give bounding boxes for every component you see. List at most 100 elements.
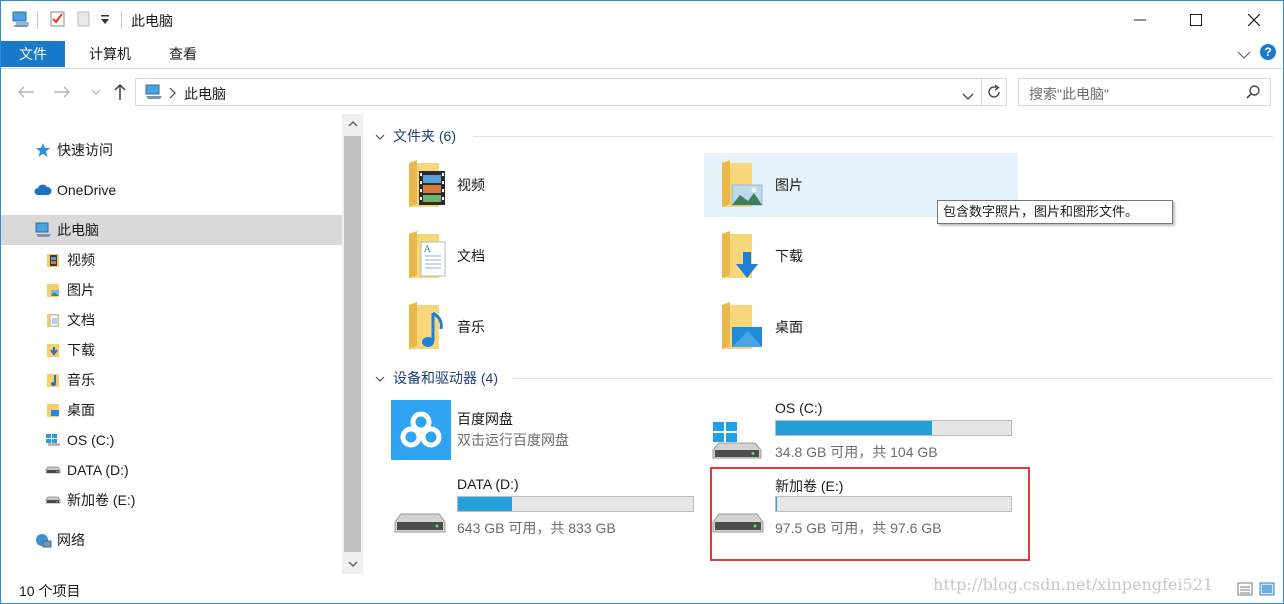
watermark: http://blog.csdn.net/xinpengfei521 bbox=[933, 575, 1214, 594]
recent-locations-icon[interactable] bbox=[85, 81, 107, 103]
svg-text:?: ? bbox=[1264, 45, 1271, 59]
sidebar-item-onedrive[interactable]: OneDrive bbox=[1, 175, 342, 205]
address-dropdown-icon[interactable] bbox=[962, 88, 974, 104]
sidebar-item-quick-access[interactable]: 快速访问 bbox=[1, 135, 342, 165]
network-icon bbox=[33, 530, 53, 550]
highlight-box bbox=[710, 467, 1030, 561]
group-divider bbox=[473, 136, 1273, 137]
sidebar-item-label: 此电脑 bbox=[57, 222, 99, 238]
hard-drive-icon bbox=[43, 490, 63, 510]
hard-drive-icon bbox=[394, 513, 446, 533]
help-icon[interactable]: ? bbox=[1259, 43, 1277, 64]
close-button[interactable] bbox=[1225, 1, 1283, 39]
documents-folder-icon bbox=[43, 310, 63, 330]
baidu-netdisk-tile[interactable]: 百度网盘 双击运行百度网盘 bbox=[391, 400, 711, 470]
star-icon bbox=[33, 140, 53, 160]
new-folder-icon[interactable] bbox=[75, 10, 93, 31]
sidebar-item-drive-c[interactable]: OS (C:) bbox=[1, 425, 342, 455]
sidebar-item-drive-e[interactable]: 新加卷 (E:) bbox=[1, 485, 342, 515]
title-bar: 此电脑 bbox=[1, 1, 1283, 39]
devices-group-header[interactable]: 设备和驱动器 (4) bbox=[375, 368, 498, 388]
large-icons-view-icon[interactable] bbox=[1259, 581, 1277, 599]
sidebar-item-desktop[interactable]: 桌面 bbox=[1, 395, 342, 425]
tab-view[interactable]: 查看 bbox=[151, 41, 215, 67]
maximize-button[interactable] bbox=[1167, 1, 1225, 39]
sidebar-item-music[interactable]: 音乐 bbox=[1, 365, 342, 395]
folder-tile-documents[interactable]: A 文档 bbox=[391, 224, 705, 288]
drive-usage-fill bbox=[458, 497, 512, 511]
folder-tile-downloads[interactable]: 下载 bbox=[704, 224, 1018, 288]
title-separator bbox=[121, 11, 122, 29]
sidebar-item-label: 新加卷 (E:) bbox=[67, 492, 136, 508]
sidebar-item-label: 快速访问 bbox=[57, 142, 113, 158]
folder-label: 音乐 bbox=[457, 319, 485, 335]
search-placeholder: 搜索"此电脑" bbox=[1029, 86, 1109, 102]
expand-ribbon-icon[interactable] bbox=[1237, 47, 1251, 63]
group-title: 文件夹 (6) bbox=[393, 128, 456, 144]
documents-folder-icon: A bbox=[409, 231, 446, 278]
tab-computer[interactable]: 计算机 bbox=[71, 41, 149, 67]
back-button[interactable] bbox=[15, 81, 37, 103]
sidebar-item-label: 桌面 bbox=[67, 402, 95, 418]
folder-tile-desktop[interactable]: 桌面 bbox=[704, 295, 1018, 359]
sidebar-item-network[interactable]: 网络 bbox=[1, 525, 342, 555]
up-button[interactable] bbox=[109, 81, 131, 103]
sidebar-item-downloads[interactable]: 下载 bbox=[1, 335, 342, 365]
videos-folder-icon bbox=[43, 250, 63, 270]
customize-toolbar-dropdown-icon[interactable] bbox=[100, 13, 110, 29]
address-bar[interactable]: 此电脑 bbox=[135, 78, 1007, 106]
drive-name: 百度网盘 bbox=[457, 411, 513, 427]
windows-drive-icon bbox=[43, 430, 63, 450]
pictures-folder-icon bbox=[722, 160, 763, 207]
chevron-down-icon[interactable] bbox=[375, 128, 385, 144]
tab-file[interactable]: 文件 bbox=[1, 41, 65, 67]
hard-drive-icon bbox=[43, 460, 63, 480]
baidu-netdisk-icon bbox=[391, 400, 451, 460]
minimize-button[interactable] bbox=[1111, 1, 1169, 39]
forward-button[interactable] bbox=[51, 81, 73, 103]
folder-tile-videos[interactable]: 视频 bbox=[391, 153, 705, 217]
drive-c-tile[interactable]: OS (C:) 34.8 GB 可用，共 104 GB bbox=[709, 400, 1029, 470]
folders-group-header[interactable]: 文件夹 (6) bbox=[375, 126, 456, 146]
music-folder-icon bbox=[409, 302, 443, 349]
scroll-thumb[interactable] bbox=[344, 136, 361, 552]
scroll-down-icon[interactable] bbox=[342, 554, 363, 574]
sidebar-item-label: DATA (D:) bbox=[67, 462, 129, 478]
computer-icon bbox=[33, 220, 53, 240]
sidebar-scrollbar[interactable] bbox=[342, 114, 363, 574]
scroll-up-icon[interactable] bbox=[342, 114, 363, 134]
sidebar-item-documents[interactable]: 文档 bbox=[1, 305, 342, 335]
cloud-icon bbox=[33, 180, 53, 200]
downloads-folder-icon bbox=[43, 340, 63, 360]
drive-name: OS (C:) bbox=[775, 400, 823, 416]
drive-usage-bar bbox=[775, 420, 1012, 436]
sidebar-item-label: 图片 bbox=[67, 282, 95, 298]
sidebar-item-this-pc[interactable]: 此电脑 bbox=[1, 215, 342, 245]
breadcrumb[interactable]: 此电脑 bbox=[184, 84, 226, 104]
sidebar-item-drive-d[interactable]: DATA (D:) bbox=[1, 455, 342, 485]
search-input[interactable]: 搜索"此电脑" bbox=[1018, 78, 1271, 106]
drive-name: DATA (D:) bbox=[457, 476, 519, 492]
videos-folder-icon bbox=[409, 160, 445, 207]
properties-icon[interactable] bbox=[49, 10, 67, 31]
group-divider bbox=[513, 378, 1273, 379]
address-row: 此电脑 搜索"此电脑" bbox=[1, 70, 1283, 114]
search-icon[interactable] bbox=[1245, 84, 1261, 103]
sidebar-item-videos[interactable]: 视频 bbox=[1, 245, 342, 275]
chevron-down-icon[interactable] bbox=[375, 370, 385, 386]
sidebar-item-label: OneDrive bbox=[57, 182, 117, 198]
computer-icon bbox=[144, 84, 164, 103]
drive-subtitle: 双击运行百度网盘 bbox=[457, 432, 569, 448]
refresh-icon[interactable] bbox=[986, 84, 1002, 103]
item-count: 10 个项目 bbox=[19, 583, 81, 599]
sidebar-item-pictures[interactable]: 图片 bbox=[1, 275, 342, 305]
explorer-window: 此电脑 文件 计算机 查看 ? 此电脑 搜索"此电脑" 快速访问 OneDriv… bbox=[0, 0, 1284, 604]
sidebar-item-label: 下载 bbox=[67, 342, 95, 358]
breadcrumb-chevron-icon[interactable] bbox=[168, 86, 176, 102]
ribbon-tabs: 文件 计算机 查看 ? bbox=[1, 39, 1283, 69]
drive-d-tile[interactable]: DATA (D:) 643 GB 可用，共 833 GB bbox=[391, 476, 711, 546]
details-view-icon[interactable] bbox=[1237, 581, 1255, 599]
folder-label: 视频 bbox=[457, 177, 485, 193]
music-folder-icon bbox=[43, 370, 63, 390]
folder-tile-music[interactable]: 音乐 bbox=[391, 295, 705, 359]
